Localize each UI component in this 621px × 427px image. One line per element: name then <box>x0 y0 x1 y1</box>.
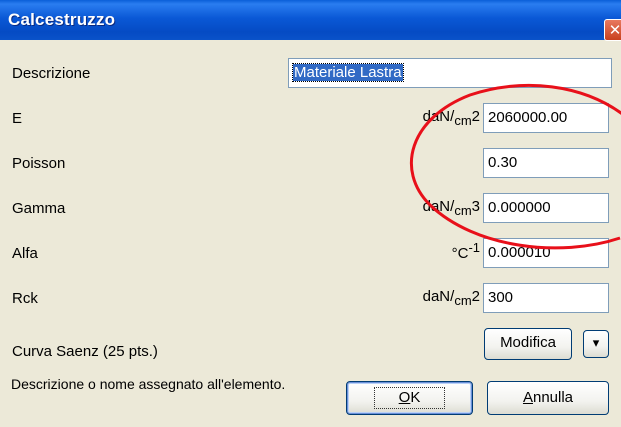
chevron-down-icon: ▾ <box>592 335 600 350</box>
descrizione-input[interactable]: Materiale Lastra <box>288 58 612 88</box>
close-button[interactable]: ✕ <box>604 19 621 41</box>
unit-rck: daN/cm2 <box>422 288 480 308</box>
calcestruzzo-dialog: Calcestruzzo ✕ Descrizione Materiale Las… <box>0 0 621 427</box>
unit-alfa: °C-1 <box>451 240 480 262</box>
label-e: E <box>12 110 23 127</box>
alfa-input[interactable]: 0.000010 <box>483 238 609 268</box>
label-gamma: Gamma <box>12 200 66 217</box>
title-bar[interactable]: Calcestruzzo ✕ <box>0 0 621 41</box>
annulla-button[interactable]: Annulla <box>487 381 609 415</box>
label-curva-saenz: Curva Saenz (25 pts.) <box>12 343 158 360</box>
ok-button-label: OK <box>373 387 446 409</box>
close-icon: ✕ <box>608 22 621 39</box>
modifica-button[interactable]: Modifica <box>484 328 572 360</box>
help-text: Descrizione o nome assegnato all'element… <box>11 376 286 392</box>
label-poisson: Poisson <box>12 155 66 172</box>
unit-gamma: daN/cm3 <box>422 198 480 218</box>
dialog-title: Calcestruzzo <box>8 10 116 29</box>
descrizione-value: Materiale Lastra <box>292 63 404 82</box>
label-descrizione: Descrizione <box>12 65 91 82</box>
poisson-input[interactable]: 0.30 <box>483 148 609 178</box>
curve-dropdown-button[interactable]: ▾ <box>583 330 609 358</box>
label-rck: Rck <box>12 290 38 307</box>
rck-input[interactable]: 300 <box>483 283 609 313</box>
gamma-input[interactable]: 0.000000 <box>483 193 609 223</box>
ok-button[interactable]: OK <box>346 381 473 415</box>
label-alfa: Alfa <box>12 245 38 262</box>
e-input[interactable]: 2060000.00 <box>483 103 609 133</box>
unit-e: daN/cm2 <box>422 108 480 128</box>
